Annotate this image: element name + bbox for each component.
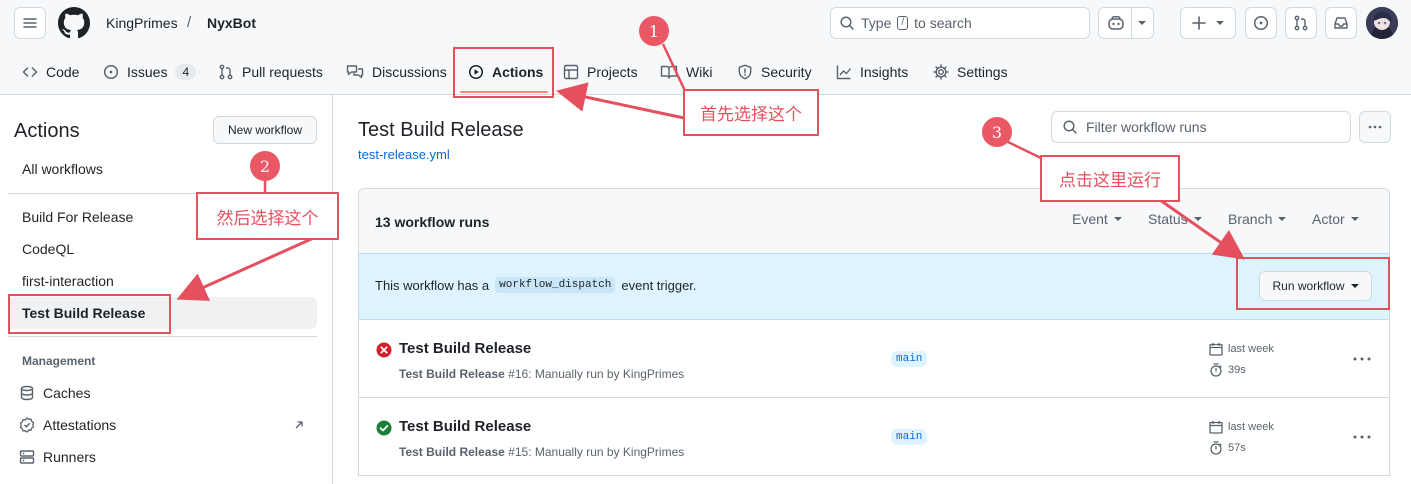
- step-3-callout: 点击这里运行: [1040, 155, 1180, 202]
- step-2-callout: 然后选择这个: [196, 192, 339, 240]
- step-number: 2: [259, 156, 271, 176]
- step-1-callout: 首先选择这个: [683, 89, 819, 136]
- callout-text: 点击这里运行: [1059, 171, 1161, 190]
- step-3-badge: 3: [982, 117, 1012, 147]
- step-number: 1: [648, 21, 660, 41]
- highlight-run-workflow: [1236, 257, 1390, 310]
- step-2-badge: 2: [250, 151, 280, 181]
- annotation-arrows: [176, 43, 1245, 301]
- step-1-badge: 1: [639, 16, 669, 46]
- callout-text: 然后选择这个: [216, 208, 319, 228]
- highlight-workflow-item: [8, 294, 171, 334]
- highlight-actions-tab: [453, 47, 554, 98]
- callout-text: 首先选择这个: [700, 105, 802, 124]
- step-number: 3: [991, 122, 1003, 142]
